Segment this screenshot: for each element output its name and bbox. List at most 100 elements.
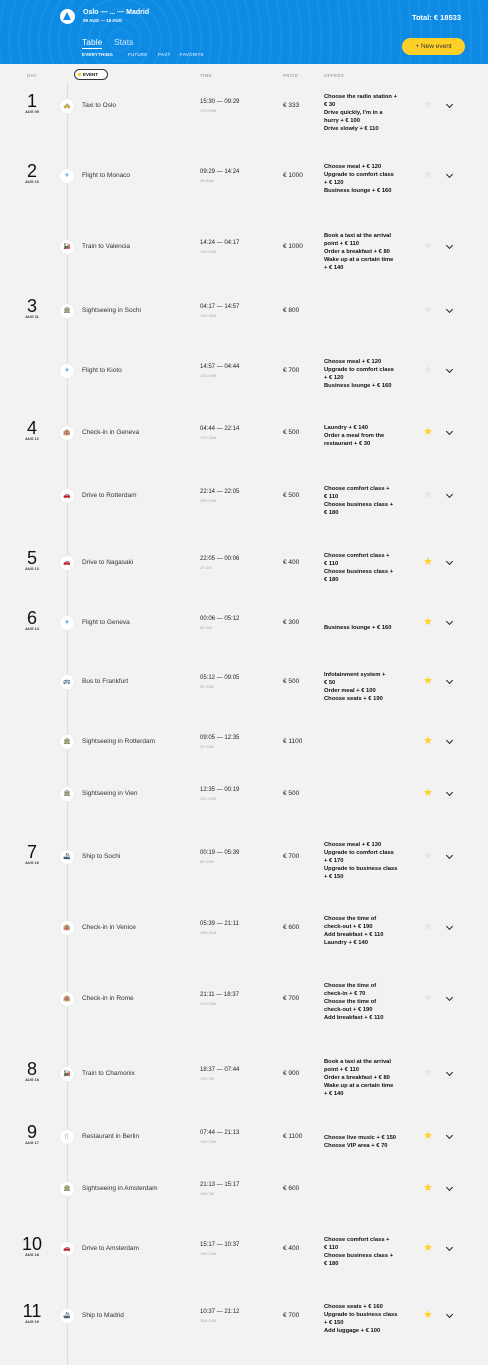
event-row[interactable]: 1 AUG 09 🚕 Taxi to Oslo 15:30 — 09:29 17H 59M… [0, 92, 488, 132]
favorite-star-icon[interactable]: ★ [423, 922, 433, 933]
event-title: Drive to Nagasaki [82, 559, 134, 566]
event-row[interactable]: 🏛 Sightseeing in Vien 12:35 — 00:19 11H 43M… [0, 787, 488, 804]
event-time: 21:13 — 15:17 [200, 1182, 240, 1188]
favorite-star-icon[interactable]: ★ [423, 993, 433, 1004]
day-date: AUG 16 [25, 861, 39, 865]
favorite-star-icon[interactable]: ★ [423, 617, 433, 628]
expand-chevron-icon[interactable] [443, 994, 455, 1004]
offer-line: point + € 110 [324, 241, 359, 247]
event-row[interactable]: 11 AUG 19 🚢 Ship to Madrid 10:37 — 21:12 10H … [0, 1302, 488, 1334]
event-title: Drive to Rotterdam [82, 492, 137, 499]
event-row[interactable]: 10 AUG 18 🚗 Drive to Amsterdam 15:17 — 10:37… [0, 1235, 488, 1267]
offer-line: Business lounge + € 160 [324, 188, 392, 194]
expand-chevron-icon[interactable] [443, 491, 455, 501]
event-row[interactable]: 5 AUG 13 🚗 Drive to Nagasaki 22:05 — 00:06 2H… [0, 549, 488, 583]
day-date: AUG 09 [25, 110, 39, 114]
event-row[interactable]: 🏛 Sightseeing in Amsterdam 21:13 — 15:17 18… [0, 1182, 488, 1199]
event-row[interactable]: 4 AUG 12 🏨 Check-in in Geneva 04:44 — 22:14 1… [0, 419, 488, 447]
favorite-star-icon[interactable]: ★ [423, 305, 433, 316]
offer-line: Choose meal + € 120 [324, 164, 382, 170]
expand-chevron-icon[interactable] [443, 101, 455, 111]
favorite-star-icon[interactable]: ★ [423, 1131, 433, 1142]
event-offers: Business lounge + € 160 [324, 624, 412, 632]
offer-line: Laundry + € 140 [324, 940, 368, 946]
favorite-star-icon[interactable]: ★ [423, 557, 433, 568]
expand-chevron-icon[interactable] [443, 789, 455, 799]
sightseeing-icon: 🏛 [60, 735, 74, 749]
expand-chevron-icon[interactable] [443, 1244, 455, 1254]
event-price: € 600 [283, 924, 300, 931]
favorite-star-icon[interactable]: ★ [423, 851, 433, 862]
favorite-star-icon[interactable]: ★ [423, 788, 433, 799]
event-offers: Laundry + € 140 Order a meal from the rest… [324, 424, 412, 448]
expand-chevron-icon[interactable] [443, 618, 455, 628]
expand-chevron-icon[interactable] [443, 677, 455, 687]
check-in-icon: 🏨 [60, 992, 74, 1006]
event-row[interactable]: 9 AUG 17 🍴 Restaurant in Berlin 07:44 — 21:1… [0, 1123, 488, 1149]
favorite-star-icon[interactable]: ★ [423, 736, 433, 747]
expand-chevron-icon[interactable] [443, 737, 455, 747]
day-number: 10 [21, 1234, 43, 1254]
expand-chevron-icon[interactable] [443, 428, 455, 438]
event-title: Flight to Kioto [82, 367, 122, 374]
day-date: AUG 14 [25, 627, 39, 631]
expand-chevron-icon[interactable] [443, 1069, 455, 1079]
event-time: 15:30 — 09:29 [200, 99, 240, 105]
event-row[interactable]: 🏛 Sightseeing in Rotterdam 09:05 — 12:35 3H… [0, 735, 488, 752]
expand-chevron-icon[interactable] [443, 1311, 455, 1321]
favorite-star-icon[interactable]: ★ [423, 170, 433, 181]
favorite-star-icon[interactable]: ★ [423, 676, 433, 687]
offer-line: + € 120 [324, 375, 344, 381]
expand-chevron-icon[interactable] [443, 171, 455, 181]
event-row[interactable]: 2 AUG 10 ✈ Flight to Monaco 09:29 — 14:24 4H … [0, 162, 488, 194]
event-title: Sightseeing in Sochi [82, 307, 141, 314]
offer-line: Upgrade to comfort class [324, 367, 394, 373]
offer-line: check-in + € 70 [324, 991, 366, 997]
expand-chevron-icon[interactable] [443, 558, 455, 568]
expand-chevron-icon[interactable] [443, 366, 455, 376]
day-date: AUG 11 [25, 315, 39, 319]
favorite-star-icon[interactable]: ★ [423, 100, 433, 111]
event-time: 21:11 — 18:37 [200, 992, 239, 998]
sightseeing-icon: 🏛 [60, 787, 74, 801]
event-offers: Choose comfort class + € 110 Choose busine… [324, 485, 412, 517]
event-row[interactable]: 3 AUG 11 🏛 Sightseeing in Sochi 04:17 — 14:5… [0, 297, 488, 321]
event-row[interactable]: 6 AUG 14 ✈ Flight to Geneva 00:06 — 05:12 5H … [0, 609, 488, 633]
event-price: € 400 [283, 559, 300, 566]
expand-chevron-icon[interactable] [443, 242, 455, 252]
favorite-star-icon[interactable]: ★ [423, 1243, 433, 1254]
event-title: Ship to Madrid [82, 1312, 124, 1319]
expand-chevron-icon[interactable] [443, 923, 455, 933]
event-offers: Choose meal + € 130 Upgrade to comfort cl… [324, 841, 412, 881]
day-number: 2 [26, 161, 37, 181]
offer-line: € 180 [324, 577, 339, 583]
event-row[interactable]: 7 AUG 16 🚢 Ship to Sochi 00:19 — 05:39 5H 20M… [0, 842, 488, 880]
event-row[interactable]: 🚗 Drive to Rotterdam 22:14 — 22:05 23H 50M €… [0, 486, 488, 516]
expand-chevron-icon[interactable] [443, 1184, 455, 1194]
event-time: 10:37 — 21:12 [200, 1309, 240, 1315]
favorite-star-icon[interactable]: ★ [423, 1183, 433, 1194]
favorite-star-icon[interactable]: ★ [423, 1068, 433, 1079]
favorite-star-icon[interactable]: ★ [423, 490, 433, 501]
expand-chevron-icon[interactable] [443, 306, 455, 316]
favorite-star-icon[interactable]: ★ [423, 365, 433, 376]
favorite-star-icon[interactable]: ★ [423, 1310, 433, 1321]
event-row[interactable]: 🚌 Bus to Frankfurt 05:12 — 09:05 3H 53M € 50… [0, 672, 488, 702]
day-number: 4 [26, 418, 37, 438]
event-duration: 2H 1M [200, 565, 212, 570]
day-number: 6 [26, 608, 37, 628]
event-duration: 19H 19M [200, 1251, 217, 1256]
day-number: 3 [26, 296, 37, 316]
event-row[interactable]: 🏨 Check-in in Venice 05:39 — 21:11 15H 31M €… [0, 916, 488, 946]
favorite-star-icon[interactable]: ★ [423, 427, 433, 438]
favorite-star-icon[interactable]: ★ [423, 241, 433, 252]
event-title: Restaurant in Berlin [82, 1133, 140, 1140]
event-row[interactable]: 🚂 Train to Valencia 14:24 — 04:17 13H 53M € … [0, 233, 488, 271]
event-row[interactable]: 🏨 Check-in in Rome 21:11 — 18:37 21H 26M € 7… [0, 983, 488, 1021]
event-duration: 13H 53M [200, 249, 217, 254]
event-row[interactable]: 8 AUG 16 🚂 Train to Chamonix 18:37 — 07:44 13… [0, 1059, 488, 1097]
offer-line: check-out + € 190 [324, 1007, 373, 1013]
expand-chevron-icon[interactable] [443, 1132, 455, 1142]
expand-chevron-icon[interactable] [443, 852, 455, 862]
event-row[interactable]: ✈ Flight to Kioto 14:57 — 04:44 13H 46M € 70… [0, 359, 488, 389]
